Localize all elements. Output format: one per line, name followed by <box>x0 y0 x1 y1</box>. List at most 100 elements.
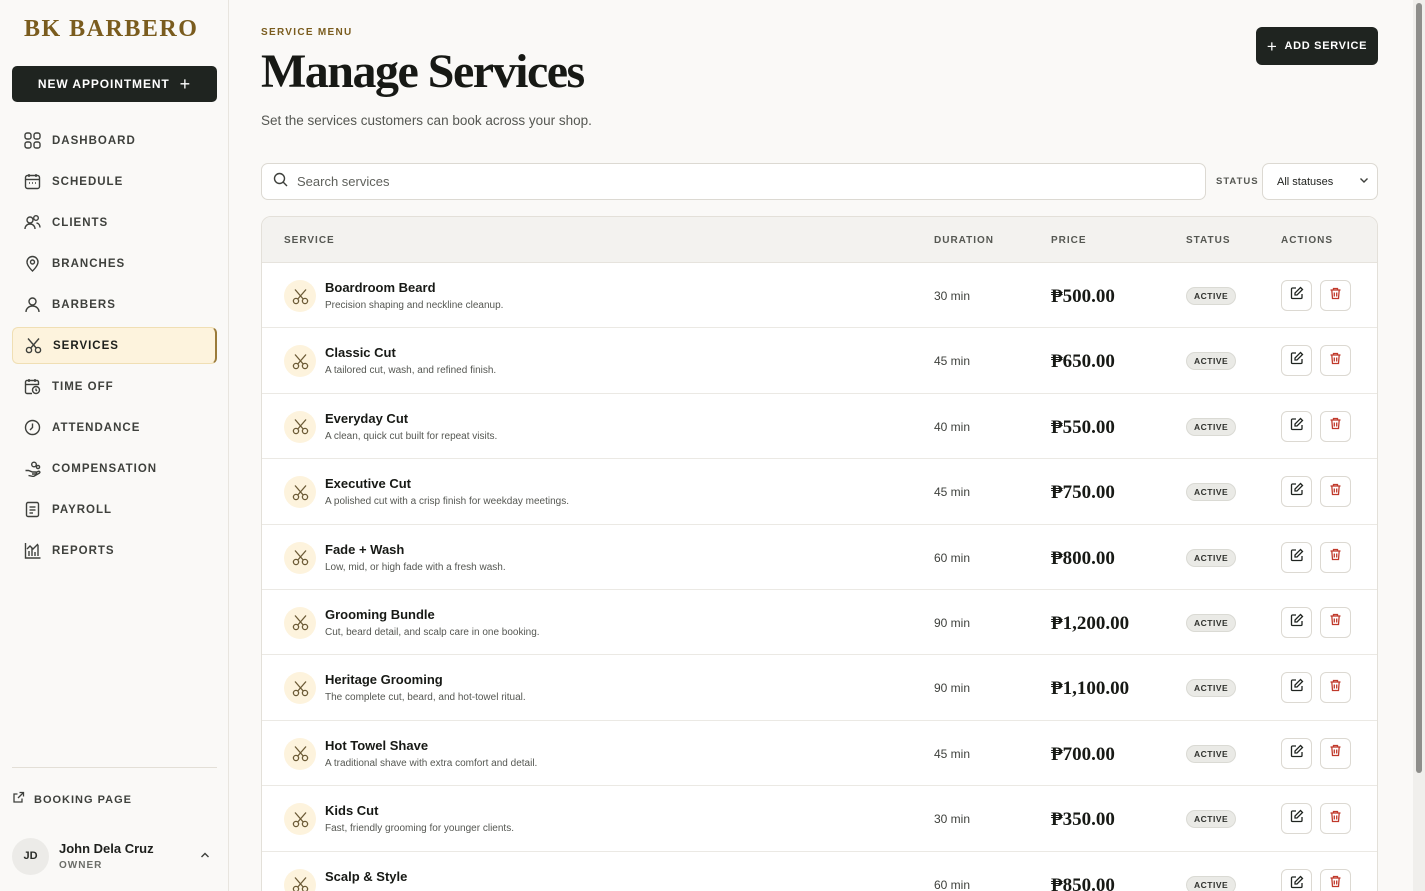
new-appointment-button[interactable]: NEW APPOINTMENT + <box>12 66 217 102</box>
grid-icon <box>23 132 41 150</box>
edit-button[interactable] <box>1281 803 1312 835</box>
table-row[interactable]: Hot Towel Shave A traditional shave with… <box>262 721 1377 787</box>
edit-icon <box>1290 744 1304 763</box>
sidebar-item-payroll[interactable]: PAYROLL <box>12 491 217 528</box>
delete-button[interactable] <box>1320 280 1351 311</box>
trash-icon <box>1329 287 1342 305</box>
user-menu[interactable]: JD John Dela Cruz OWNER <box>12 836 217 876</box>
status-badge: ACTIVE <box>1186 810 1237 829</box>
sidebar: BK BARBERO NEW APPOINTMENT + DASHBOARD S… <box>0 0 229 891</box>
service-name: Everyday Cut <box>325 410 409 426</box>
edit-button[interactable] <box>1281 410 1312 442</box>
sidebar-item-services[interactable]: SERVICES <box>12 327 217 364</box>
edit-button[interactable] <box>1281 280 1312 311</box>
service-description: A traditional shave with extra comfort a… <box>325 757 538 769</box>
sidebar-item-barbers[interactable]: BARBERS <box>12 286 217 323</box>
service-description: Low, mid, or high fade with a fresh wash… <box>325 561 506 573</box>
table-row[interactable]: Heritage Grooming The complete cut, bear… <box>262 655 1377 721</box>
edit-icon <box>1290 875 1304 891</box>
table-row[interactable]: Boardroom Beard Precision shaping and ne… <box>262 263 1377 329</box>
calendar-clock-icon <box>23 378 41 396</box>
scissors-icon <box>284 476 316 509</box>
edit-button[interactable] <box>1281 541 1312 573</box>
page-scrollbar[interactable] <box>1413 0 1425 891</box>
sidebar-item-label: SCHEDULE <box>52 175 124 188</box>
search-input[interactable] <box>297 174 1177 189</box>
service-name: Classic Cut <box>325 345 396 361</box>
trash-icon <box>1329 417 1342 435</box>
sidebar-item-branches[interactable]: BRANCHES <box>12 245 217 282</box>
status-filter-select[interactable]: All statuses <box>1262 163 1378 200</box>
scissors-icon <box>284 345 316 378</box>
delete-button[interactable] <box>1320 476 1351 508</box>
service-description: The complete cut, beard, and hot-towel r… <box>325 692 526 704</box>
service-duration: 30 min <box>934 289 971 303</box>
add-service-label: ADD SERVICE <box>1284 40 1368 52</box>
status-badge: ACTIVE <box>1186 352 1237 371</box>
table-row[interactable]: Scalp & Style 60 min ₱850.00 ACTIVE <box>262 852 1377 891</box>
service-price: ₱800.00 <box>1051 547 1115 569</box>
service-price: ₱750.00 <box>1051 482 1115 504</box>
edit-button[interactable] <box>1281 737 1312 769</box>
edit-icon <box>1290 678 1304 697</box>
table-row[interactable]: Fade + Wash Low, mid, or high fade with … <box>262 525 1377 590</box>
bar-chart-icon <box>23 542 41 560</box>
sidebar-item-clients[interactable]: CLIENTS <box>12 204 217 241</box>
service-description: Fast, friendly grooming for younger clie… <box>325 823 514 835</box>
trash-icon <box>1329 483 1342 501</box>
delete-button[interactable] <box>1320 803 1351 835</box>
delete-button[interactable] <box>1320 868 1351 891</box>
sidebar-item-dashboard[interactable]: DASHBOARD <box>12 122 217 159</box>
add-service-button[interactable]: + ADD SERVICE <box>1256 27 1378 65</box>
delete-button[interactable] <box>1320 606 1351 638</box>
search-icon <box>273 172 288 192</box>
edit-button[interactable] <box>1281 606 1312 638</box>
column-header-status: STATUS <box>1186 235 1231 246</box>
delete-button[interactable] <box>1320 345 1351 377</box>
edit-button[interactable] <box>1281 672 1312 704</box>
page-subtitle: Set the services customers can book acro… <box>261 113 592 128</box>
scissors-icon <box>24 337 42 355</box>
status-filter-label: STATUS <box>1216 176 1259 187</box>
table-row[interactable]: Grooming Bundle Cut, beard detail, and s… <box>262 590 1377 656</box>
sidebar-item-label: TIME OFF <box>52 380 114 393</box>
avatar: JD <box>12 837 49 875</box>
edit-button[interactable] <box>1281 476 1312 508</box>
delete-button[interactable] <box>1320 541 1351 573</box>
trash-icon <box>1329 810 1342 828</box>
sidebar-item-compensation[interactable]: COMPENSATION <box>12 450 217 487</box>
table-row[interactable]: Kids Cut Fast, friendly grooming for you… <box>262 786 1377 852</box>
service-price: ₱1,200.00 <box>1051 612 1130 634</box>
scrollbar-thumb[interactable] <box>1416 3 1422 773</box>
services-table: SERVICE DURATION PRICE STATUS ACTIONS Bo… <box>261 216 1378 891</box>
trash-icon <box>1329 613 1342 631</box>
service-description: A clean, quick cut built for repeat visi… <box>325 430 498 442</box>
edit-button[interactable] <box>1281 868 1312 891</box>
page-title: Manage Services <box>261 45 585 98</box>
booking-page-link[interactable]: BOOKING PAGE <box>12 791 132 809</box>
user-info: John Dela Cruz OWNER <box>59 841 154 871</box>
edit-icon <box>1290 482 1304 501</box>
edit-button[interactable] <box>1281 345 1312 377</box>
delete-button[interactable] <box>1320 410 1351 442</box>
service-description: Cut, beard detail, and scalp care in one… <box>325 626 540 638</box>
sidebar-item-attendance[interactable]: ATTENDANCE <box>12 409 217 446</box>
table-row[interactable]: Everyday Cut A clean, quick cut built fo… <box>262 394 1377 460</box>
table-row[interactable]: Classic Cut A tailored cut, wash, and re… <box>262 328 1377 394</box>
service-name: Heritage Grooming <box>325 672 443 688</box>
delete-button[interactable] <box>1320 737 1351 769</box>
status-badge: ACTIVE <box>1186 875 1237 891</box>
status-badge: ACTIVE <box>1186 744 1237 763</box>
delete-button[interactable] <box>1320 672 1351 704</box>
user-name: John Dela Cruz <box>59 841 154 856</box>
sidebar-item-time-off[interactable]: TIME OFF <box>12 368 217 405</box>
table-row[interactable]: Executive Cut A polished cut with a cris… <box>262 459 1377 525</box>
user-icon <box>23 296 41 314</box>
scissors-icon <box>284 280 316 312</box>
brand-logo[interactable]: BK BARBERO <box>24 16 198 43</box>
sidebar-item-reports[interactable]: REPORTS <box>12 532 217 569</box>
service-price: ₱550.00 <box>1051 416 1115 438</box>
sidebar-item-schedule[interactable]: SCHEDULE <box>12 163 217 200</box>
scissors-icon <box>284 672 316 705</box>
service-name: Grooming Bundle <box>325 606 435 622</box>
